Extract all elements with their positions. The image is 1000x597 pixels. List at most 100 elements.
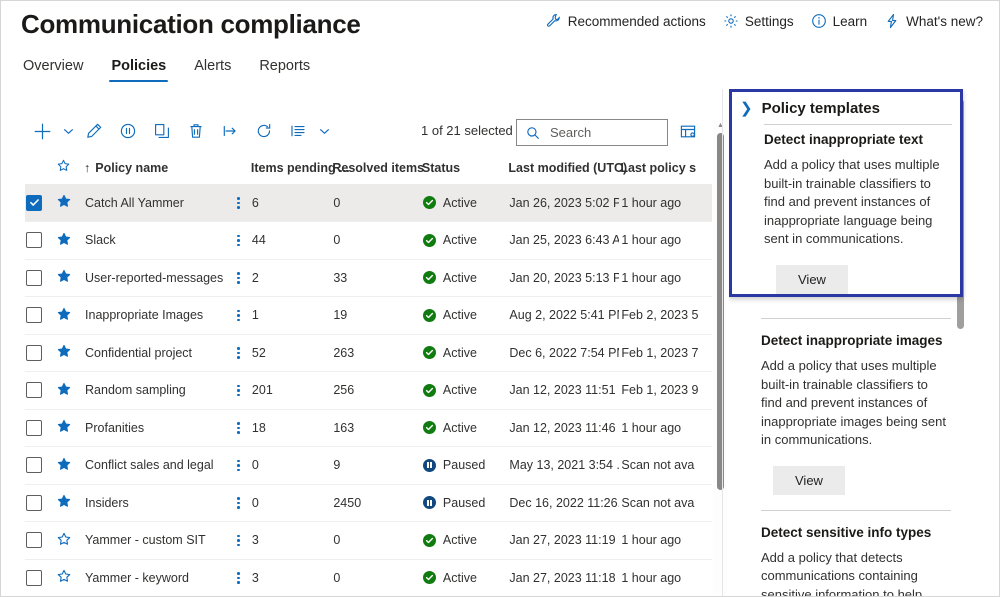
row-favorite-cell[interactable] [55,409,85,447]
row-more-options-icon[interactable] [228,197,250,209]
copy-button[interactable] [145,115,179,147]
row-checkbox[interactable] [26,382,42,399]
table-row[interactable]: Insiders 0 2450 Paused Dec 16, 2022 11:26...… [25,484,712,522]
row-checkbox-cell[interactable] [25,521,56,560]
row-checkbox[interactable] [26,269,42,286]
policy-name-cell[interactable]: Slack [84,221,227,260]
row-checkbox[interactable] [26,569,42,586]
row-menu-cell[interactable] [226,559,251,596]
star-filled-icon[interactable] [57,307,83,324]
row-favorite-cell[interactable] [55,221,85,260]
table-row[interactable]: Confidential project 52 263 Active Dec 6, 20… [25,334,712,372]
row-favorite-cell[interactable] [55,484,85,522]
row-favorite-cell[interactable] [55,259,85,297]
row-menu-cell[interactable] [226,521,251,560]
row-more-options-icon[interactable] [228,572,250,584]
refresh-button[interactable] [247,115,281,147]
star-filled-icon[interactable] [57,194,83,211]
table-row[interactable]: Yammer - keyword 3 0 Active Jan 27, 2023 11:… [25,559,712,596]
row-menu-cell[interactable] [226,259,251,297]
row-menu-cell[interactable] [226,221,251,260]
row-checkbox-cell[interactable] [25,259,56,297]
row-more-options-icon[interactable] [228,347,250,359]
search-box[interactable] [516,119,668,146]
row-checkbox-cell[interactable] [25,184,56,222]
edit-button[interactable] [77,115,111,147]
view-button-detect-inappropriate-text[interactable]: View [776,264,848,294]
settings-button[interactable]: Settings [723,13,794,29]
star-outline-icon[interactable] [57,569,83,586]
row-checkbox-cell[interactable] [25,296,56,335]
row-checkbox[interactable] [26,307,42,324]
star-filled-icon[interactable] [57,494,83,511]
policy-name-cell[interactable]: Confidential project [84,334,227,372]
policy-name-cell[interactable]: Profanities [84,409,227,447]
status-column-header[interactable]: Status [421,156,509,185]
table-row[interactable]: Conflict sales and legal 0 9 Paused May 13, … [25,446,712,485]
table-row[interactable]: Slack 44 0 Active Jan 25, 2023 6:43 A... 1 ho… [25,221,712,260]
star-filled-icon[interactable] [57,419,83,436]
policy-name-cell[interactable]: Inappropriate Images [84,296,227,335]
row-menu-cell[interactable] [226,296,251,335]
table-scrollbar[interactable]: ▲ [713,121,727,596]
row-checkbox-cell[interactable] [25,446,56,485]
template-card-detect-sensitive-info-types[interactable]: Detect sensitive info types Add a policy… [729,525,963,597]
table-row[interactable]: Random sampling 201 256 Active Jan 12, 2023 … [25,371,712,410]
row-checkbox[interactable] [26,419,42,436]
row-checkbox-cell[interactable] [25,484,56,522]
tab-overview[interactable]: Overview [21,58,85,82]
star-filled-icon[interactable] [57,232,83,249]
policy-name-cell[interactable]: Random sampling [84,371,227,410]
row-checkbox-cell[interactable] [25,221,56,260]
new-policy-button[interactable] [25,115,59,147]
policy-name-cell[interactable]: Catch All Yammer [84,184,227,222]
row-more-options-icon[interactable] [228,497,250,509]
row-menu-cell[interactable] [226,446,251,485]
row-checkbox[interactable] [26,232,42,249]
row-more-options-icon[interactable] [228,534,250,546]
row-more-options-icon[interactable] [228,422,250,434]
row-checkbox[interactable] [26,494,42,511]
table-row[interactable]: Inappropriate Images 1 19 Active Aug 2, 2022… [25,296,712,335]
delete-button[interactable] [179,115,213,147]
favorite-column-header[interactable] [55,156,85,185]
row-favorite-cell[interactable] [55,559,85,596]
policy-templates-focus-card[interactable]: ❯ Policy templates Detect inappropriate … [729,89,963,297]
row-favorite-cell[interactable] [55,296,85,335]
search-input[interactable] [548,124,658,141]
export-button[interactable] [213,115,247,147]
star-filled-icon[interactable] [57,344,83,361]
policy-name-cell[interactable]: User-reported-messages [84,259,227,297]
star-outline-icon[interactable] [57,532,83,549]
policy-name-cell[interactable]: Yammer - custom SIT [84,521,227,560]
row-checkbox-cell[interactable] [25,371,56,410]
row-more-options-icon[interactable] [228,309,250,321]
policy-name-cell[interactable]: Conflict sales and legal [84,446,227,485]
select-all-header[interactable] [25,156,56,185]
row-checkbox[interactable] [26,344,42,361]
chevron-right-icon[interactable]: ❯ [740,101,753,116]
group-by-button[interactable] [281,115,315,147]
row-favorite-cell[interactable] [55,371,85,410]
new-policy-chevron-down-icon[interactable] [59,115,77,147]
table-row[interactable]: Profanities 18 163 Active Jan 12, 2023 11:46… [25,409,712,447]
group-by-chevron-down-icon[interactable] [315,115,333,147]
view-button-detect-inappropriate-images[interactable]: View [773,465,845,495]
learn-button[interactable]: Learn [811,13,867,29]
policy-name-column-header[interactable]: ↑ Policy name [84,156,227,185]
recommended-actions-button[interactable]: Recommended actions [546,13,706,29]
tab-policies[interactable]: Policies [109,58,169,82]
items-pending-column-header[interactable]: Items pending ... [250,156,350,185]
row-menu-cell[interactable] [226,484,251,522]
resolved-items-column-header[interactable]: Resolved items [332,156,424,185]
row-checkbox-cell[interactable] [25,559,56,596]
last-policy-scan-column-header[interactable]: Last policy s [620,156,712,185]
row-more-options-icon[interactable] [228,272,250,284]
row-favorite-cell[interactable] [55,184,85,222]
row-checkbox[interactable] [26,194,42,211]
row-favorite-cell[interactable] [55,521,85,560]
row-more-options-icon[interactable] [228,234,250,246]
table-row[interactable]: Catch All Yammer 6 0 Active Jan 26, 2023 5:0… [25,184,712,222]
policy-name-cell[interactable]: Yammer - keyword [84,559,227,596]
table-row[interactable]: Yammer - custom SIT 3 0 Active Jan 27, 2023 … [25,521,712,560]
